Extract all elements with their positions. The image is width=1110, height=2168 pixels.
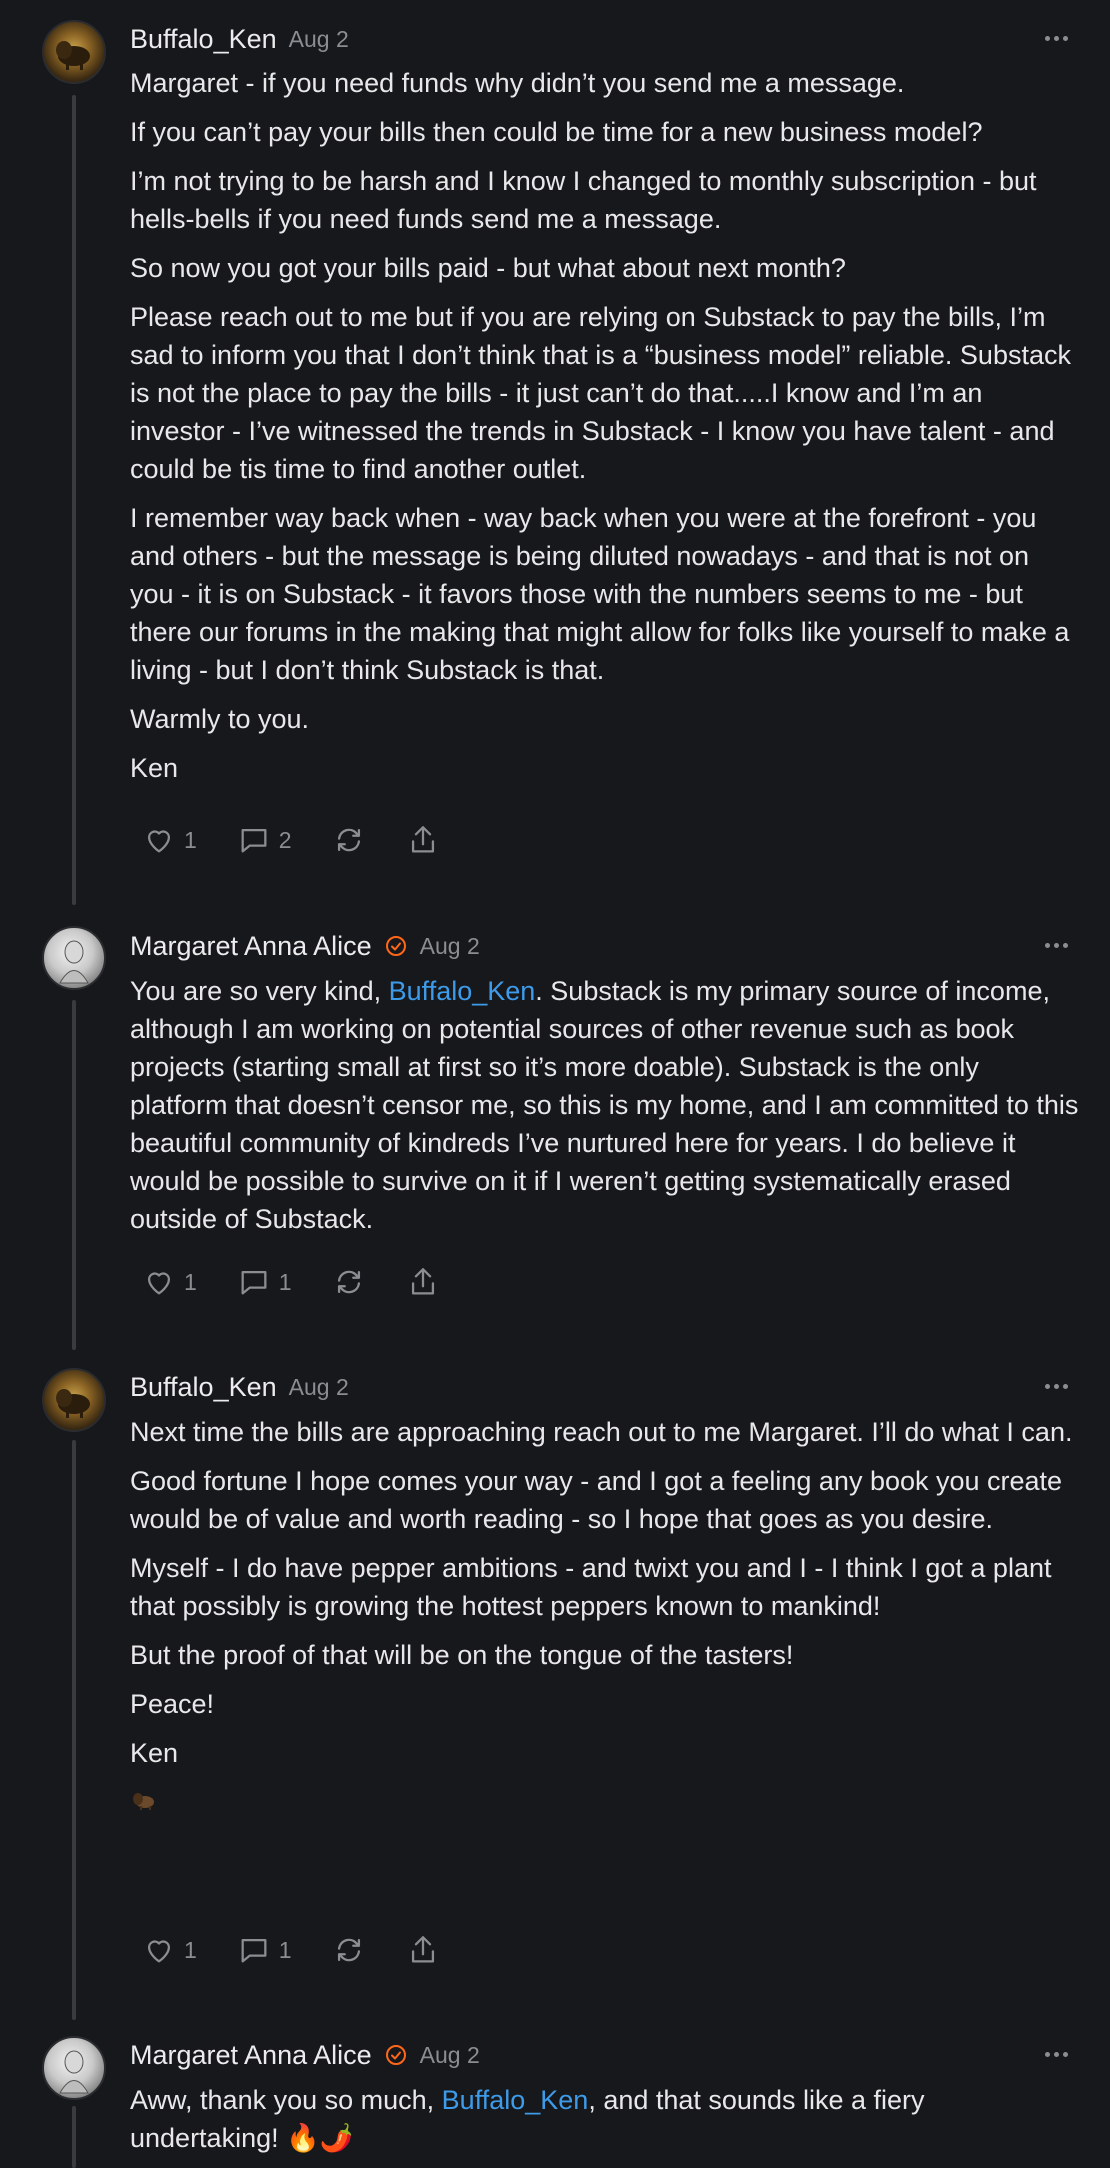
comment-body: Margaret - if you need funds why didn’t … [130,64,1080,798]
comment-paragraph: So now you got your bills paid - but wha… [130,253,846,283]
comment-date[interactable]: Aug 2 [420,2042,480,2069]
like-button[interactable]: 1 [142,1265,197,1299]
comment-bubble-icon [241,1938,267,1963]
verified-check-icon [384,934,408,958]
comment-paragraph: I’m not trying to be harsh and I know I … [130,166,1037,234]
comment-date[interactable]: Aug 2 [289,26,349,53]
restack-icon [337,1938,360,1962]
comment-header: Margaret Anna Alice Aug 2 [130,926,1110,966]
like-count: 1 [184,826,197,853]
restack-button[interactable] [332,1265,366,1299]
share-button[interactable] [406,1933,440,1967]
more-dots-icon[interactable] [1038,2044,1074,2064]
comment-paragraph: Please reach out to me but if you are re… [130,302,1071,484]
more-dots-icon[interactable] [1038,1376,1074,1396]
heart-icon [147,1940,171,1963]
restack-button[interactable] [332,1933,366,1967]
comment-text: You are so very kind, [130,976,389,1006]
more-dots-icon[interactable] [1038,28,1074,48]
comment-bubble-icon [241,828,267,853]
author-name[interactable]: Margaret Anna Alice [130,931,372,962]
comment-header: Buffalo_Ken Aug 2 [130,1367,1110,1407]
avatar[interactable] [42,1368,106,1432]
comment-paragraph: Ken [130,1738,179,1768]
mention-link[interactable]: Buffalo_Ken [389,976,536,1006]
comment-actions: 1 2 [142,820,480,860]
comment-paragraph: Aww, thank you so much, Buffalo_Ken, and… [130,2081,1080,2157]
heart-icon [147,830,171,853]
comment-paragraph: Myself - I do have pepper ambitions - an… [130,1553,1052,1621]
comment-body: You are so very kind, Buffalo_Ken. Subst… [130,972,1080,1249]
author-name[interactable]: Margaret Anna Alice [130,2040,372,2071]
comment-paragraph: Ken [130,753,179,783]
reply-count: 1 [278,1936,292,1963]
comment-paragraph: Next time the bills are approaching reac… [130,1417,1073,1447]
thread-line [72,1000,76,1350]
comment-date[interactable]: Aug 2 [289,1374,349,1401]
like-button[interactable]: 1 [142,823,197,857]
comment-paragraph [130,1783,1080,1821]
comment-paragraph: Margaret - if you need funds why didn’t … [130,68,905,98]
comment-text: . Substack is my primary source of incom… [130,976,1079,1234]
like-count: 1 [184,1268,197,1295]
avatar[interactable] [42,926,106,990]
like-count: 1 [184,1936,197,1963]
share-icon [411,1268,434,1295]
avatar[interactable] [42,2036,106,2100]
comment-date[interactable]: Aug 2 [420,933,480,960]
reply-button[interactable]: 2 [237,823,292,857]
comment-paragraph: Warmly to you. [130,704,310,734]
mention-link[interactable]: Buffalo_Ken [442,2085,589,2115]
thread-line [72,1440,76,2020]
comment-body: Aww, thank you so much, Buffalo_Ken, and… [130,2081,1080,2168]
comment-actions: 1 1 [142,1930,480,1970]
thread-line [72,95,76,905]
comment-paragraph: If you can’t pay your bills then could b… [130,117,983,147]
share-button[interactable] [406,823,440,857]
verified-check-icon [384,2043,408,2067]
avatar[interactable] [42,20,106,84]
comment-bubble-icon [241,1270,267,1295]
thread-line [72,2106,76,2168]
reply-count: 2 [278,826,292,853]
author-name[interactable]: Buffalo_Ken [130,24,277,55]
restack-icon [337,1270,360,1294]
share-button[interactable] [406,1265,440,1299]
comment-paragraph: But the proof of that will be on the ton… [130,1640,794,1670]
comment-paragraph: Peace! [130,1689,215,1719]
heart-icon [147,1272,171,1295]
comment-header: Buffalo_Ken Aug 2 [130,19,1110,59]
author-name[interactable]: Buffalo_Ken [130,1372,277,1403]
comment-paragraph: Good fortune I hope comes your way - and… [130,1466,1063,1534]
restack-button[interactable] [332,823,366,857]
reply-button[interactable]: 1 [237,1933,292,1967]
comment-paragraph: You are so very kind, Buffalo_Ken. Subst… [130,972,1080,1238]
reply-count: 1 [278,1268,292,1295]
restack-icon [337,828,360,852]
comment-body: Next time the bills are approaching reac… [130,1413,1080,1832]
like-button[interactable]: 1 [142,1933,197,1967]
share-icon [411,826,434,853]
share-icon [411,1936,434,1963]
bison-emoji-icon [133,1793,154,1810]
comment-paragraph: I remember way back when - way back when… [130,503,1070,685]
comment-actions: 1 1 [142,1262,480,1302]
reply-button[interactable]: 1 [237,1265,292,1299]
more-dots-icon[interactable] [1038,935,1074,955]
comment-text: Aww, thank you so much, [130,2085,442,2115]
comment-header: Margaret Anna Alice Aug 2 [130,2035,1110,2075]
